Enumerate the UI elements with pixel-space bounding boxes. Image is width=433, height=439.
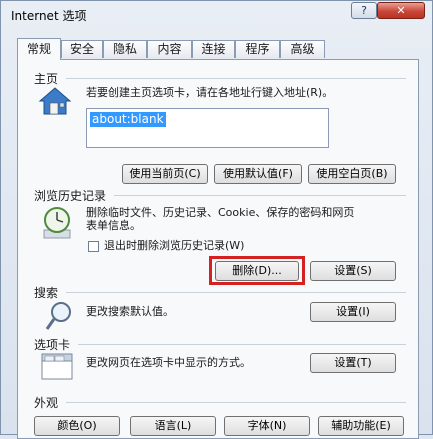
internet-options-window: Internet 选项 ? ✕ 常规 安全 隐私 内容 连接 程序 高级 主页 …	[0, 0, 433, 439]
homepage-url-value: about:blank	[90, 112, 166, 127]
delete-on-exit-checkbox[interactable]	[88, 241, 99, 252]
appearance-separator	[66, 402, 406, 403]
tab-content[interactable]: 内容	[147, 40, 192, 58]
tab-connections[interactable]: 连接	[192, 40, 235, 58]
appearance-section-label: 外观	[34, 396, 59, 410]
fonts-button[interactable]: 字体(N)	[224, 416, 310, 436]
window-title: Internet 选项	[11, 9, 87, 23]
history-settings-button[interactable]: 设置(S)	[310, 261, 396, 281]
search-description: 更改搜索默认值。	[86, 305, 174, 318]
search-section-label: 搜索	[34, 286, 59, 300]
history-description-line1: 删除临时文件、历史记录、Cookie、保存的密码和网页	[86, 206, 355, 219]
languages-button[interactable]: 语言(L)	[130, 416, 216, 436]
colors-button[interactable]: 颜色(O)	[34, 416, 120, 436]
search-separator	[66, 292, 406, 293]
tabs-section-label: 选项卡	[34, 338, 71, 352]
use-default-button[interactable]: 使用默认值(F)	[214, 164, 302, 184]
accessibility-button[interactable]: 辅助功能(E)	[318, 416, 404, 436]
magnifier-icon	[45, 302, 71, 330]
history-section-label: 浏览历史记录	[34, 189, 107, 203]
use-current-button[interactable]: 使用当前页(C)	[122, 164, 208, 184]
tab-advanced[interactable]: 高级	[280, 40, 325, 58]
close-button[interactable]: ✕	[377, 2, 425, 19]
tabs-description: 更改网页在选项卡中显示的方式。	[86, 356, 251, 369]
homepage-separator	[66, 78, 406, 79]
tabs-separator	[78, 344, 406, 345]
delete-on-exit-label: 退出时删除浏览历史记录(W)	[104, 239, 245, 252]
history-description-line2: 表单信息。	[86, 219, 141, 232]
title-bar[interactable]: Internet 选项 ? ✕	[1, 1, 432, 29]
search-settings-button[interactable]: 设置(I)	[310, 302, 396, 322]
tab-window-icon	[41, 353, 73, 380]
house-icon	[38, 87, 72, 115]
tab-privacy[interactable]: 隐私	[103, 40, 147, 58]
delete-history-button[interactable]: 删除(D)...	[215, 261, 299, 281]
clock-icon	[43, 207, 71, 239]
homepage-description: 若要创建主页选项卡，请在各地址行键入地址(R)。	[86, 86, 334, 99]
homepage-url-textarea[interactable]: about:blank	[86, 108, 329, 148]
history-separator	[114, 195, 406, 196]
general-tab-panel: 主页 若要创建主页选项卡，请在各地址行键入地址(R)。 about:blank …	[17, 59, 419, 439]
tab-programs[interactable]: 程序	[235, 40, 280, 58]
tabs-settings-button[interactable]: 设置(T)	[310, 353, 396, 373]
use-blank-button[interactable]: 使用空白页(B)	[308, 164, 396, 184]
help-button[interactable]: ?	[351, 2, 377, 19]
tab-security[interactable]: 安全	[61, 40, 103, 58]
tab-general[interactable]: 常规	[17, 38, 61, 60]
